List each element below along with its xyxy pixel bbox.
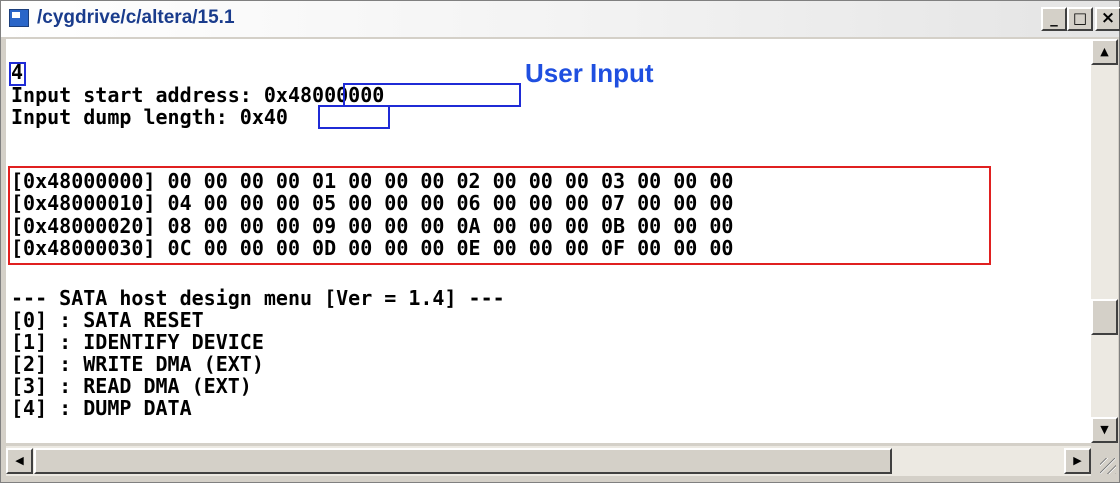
title-bar[interactable]: /cygdrive/c/altera/15.1 _ □ × bbox=[1, 1, 1120, 37]
horizontal-scroll-thumb[interactable] bbox=[34, 448, 892, 474]
close-button[interactable]: × bbox=[1095, 7, 1120, 31]
resize-grip-icon[interactable] bbox=[1091, 446, 1118, 476]
terminal-window: /cygdrive/c/altera/15.1 _ □ × 4 Input st… bbox=[0, 0, 1120, 483]
selection-highlight-box bbox=[9, 62, 26, 86]
scroll-up-icon[interactable]: ▲ bbox=[1091, 39, 1118, 65]
window-title: /cygdrive/c/altera/15.1 bbox=[37, 7, 235, 28]
maximize-button[interactable]: □ bbox=[1067, 7, 1093, 31]
menu-item-identify-device: [1] : IDENTIFY DEVICE bbox=[11, 330, 264, 354]
menu-item-read-dma: [3] : READ DMA (EXT) bbox=[11, 374, 252, 398]
menu-item-dump-data: [4] : DUMP DATA bbox=[11, 396, 192, 420]
terminal-app-icon bbox=[9, 9, 29, 27]
start-address-highlight-box bbox=[343, 83, 521, 107]
scroll-right-icon[interactable]: ▶ bbox=[1064, 448, 1091, 474]
dump-data-highlight-box bbox=[8, 166, 991, 265]
vertical-scrollbar[interactable]: ▲ ▼ bbox=[1091, 39, 1118, 443]
menu-header: --- SATA host design menu [Ver = 1.4] --… bbox=[11, 286, 505, 310]
minimize-button[interactable]: _ bbox=[1041, 7, 1067, 31]
horizontal-scrollbar[interactable]: ◀ ▶ bbox=[6, 446, 1091, 476]
scroll-down-icon[interactable]: ▼ bbox=[1091, 417, 1118, 443]
dump-length-highlight-box bbox=[318, 105, 390, 129]
scroll-left-icon[interactable]: ◀ bbox=[6, 448, 33, 474]
console-line-start-address: Input start address: 0x48000000 bbox=[11, 83, 385, 107]
console-line-dump-length: Input dump length: 0x40 bbox=[11, 105, 288, 129]
menu-item-write-dma: [2] : WRITE DMA (EXT) bbox=[11, 352, 264, 376]
user-input-label: User Input bbox=[525, 58, 654, 88]
menu-item-sata-reset: [0] : SATA RESET bbox=[11, 308, 204, 332]
vertical-scroll-thumb[interactable] bbox=[1091, 299, 1118, 335]
